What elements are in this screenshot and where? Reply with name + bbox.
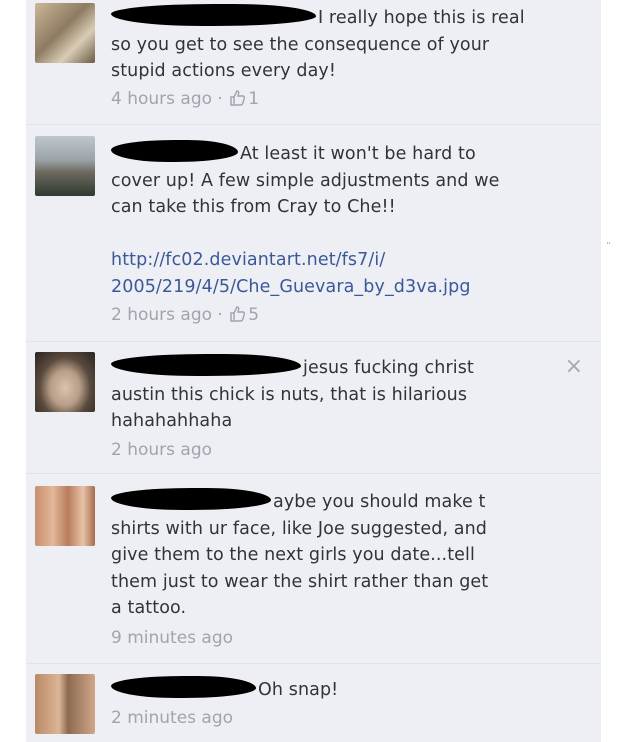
comment-text: At least it won't be hard to cover up! A… xyxy=(111,140,561,300)
comment-item: I really hope this is real so you get to… xyxy=(26,0,601,125)
avatar[interactable] xyxy=(35,136,95,196)
timestamp[interactable]: 2 minutes ago xyxy=(111,708,233,728)
redacted-name xyxy=(111,488,271,510)
timestamp[interactable]: 9 minutes ago xyxy=(111,628,233,648)
comment-text: jesus fucking christ austin this chick i… xyxy=(111,354,561,435)
comment-item: At least it won't be hard to cover up! A… xyxy=(26,125,601,342)
comment-feed: I really hope this is real so you get to… xyxy=(26,0,601,742)
stray-mark: ¨ xyxy=(606,242,611,253)
thumbs-up-icon[interactable] xyxy=(229,89,247,112)
redacted-name xyxy=(111,140,238,162)
redacted-name xyxy=(111,676,256,698)
close-icon[interactable]: × xyxy=(565,356,583,378)
like-count[interactable]: 1 xyxy=(248,89,259,109)
comment-meta: 2 minutes ago xyxy=(111,708,233,728)
comment-item: Oh snap! 2 minutes ago xyxy=(26,664,601,742)
redacted-name xyxy=(111,4,316,26)
comment-text: Oh snap! xyxy=(111,676,561,704)
comment-meta: 2 hours ago xyxy=(111,440,212,460)
like-count[interactable]: 5 xyxy=(248,305,259,325)
comment-text: I really hope this is real so you get to… xyxy=(111,4,561,85)
comment-meta: 4 hours ago · 1 xyxy=(111,89,259,112)
avatar[interactable] xyxy=(35,674,95,734)
comment-item: jesus fucking christ austin this chick i… xyxy=(26,342,601,474)
timestamp[interactable]: 2 hours ago xyxy=(111,440,212,460)
comment-item: aybe you should make t shirts with ur fa… xyxy=(26,474,601,664)
avatar[interactable] xyxy=(35,352,95,412)
thumbs-up-icon[interactable] xyxy=(229,305,247,328)
comment-link[interactable]: http://fc02.deviantart.net/fs7/i/2005/21… xyxy=(111,250,471,297)
comment-text: aybe you should make t shirts with ur fa… xyxy=(111,488,561,622)
redacted-name xyxy=(111,354,301,376)
timestamp[interactable]: 2 hours ago xyxy=(111,305,212,325)
comment-meta: 2 hours ago · 5 xyxy=(111,305,259,328)
timestamp[interactable]: 4 hours ago xyxy=(111,89,212,109)
comment-meta: 9 minutes ago xyxy=(111,628,233,648)
avatar[interactable] xyxy=(35,486,95,546)
avatar[interactable] xyxy=(35,3,95,63)
